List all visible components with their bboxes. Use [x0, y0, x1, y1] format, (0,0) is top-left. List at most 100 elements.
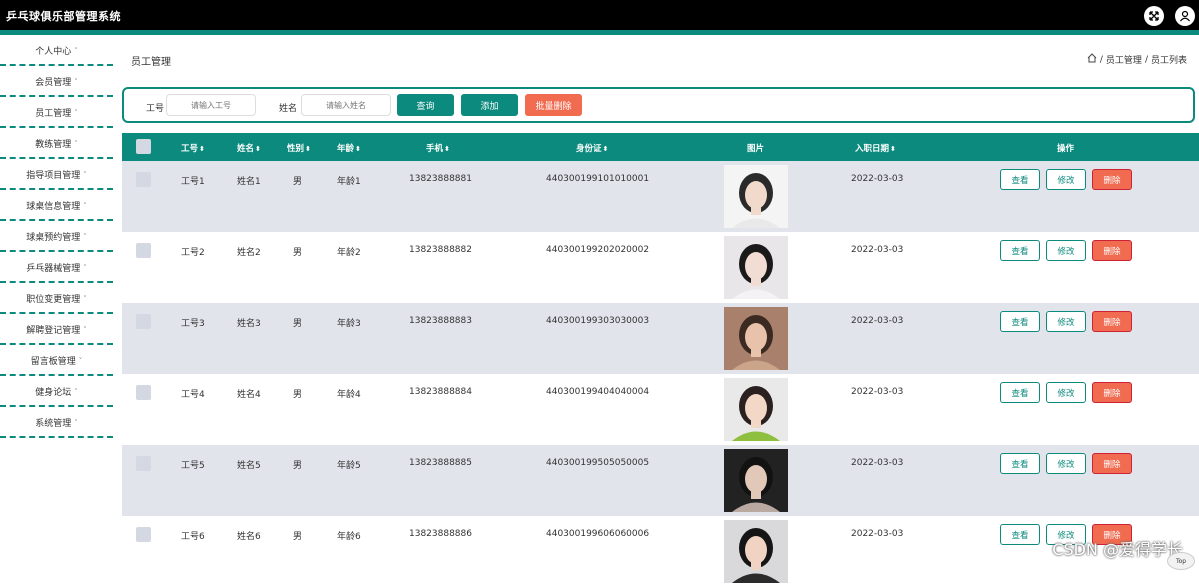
- sort-icon: ⬍: [444, 145, 450, 153]
- chevron-down-icon: ˅: [83, 170, 87, 179]
- chevron-down-icon: ˅: [74, 139, 78, 148]
- phone-cell: 13823888886: [409, 529, 472, 539]
- phone-cell: 13823888882: [409, 245, 472, 255]
- delete-button[interactable]: 删除: [1092, 240, 1132, 261]
- view-button[interactable]: 查看: [1000, 169, 1040, 190]
- hire-date-cell: 2022-03-03: [851, 458, 904, 468]
- age-cell: 年龄1: [337, 177, 361, 187]
- sidebar-item[interactable]: 职位变更管理 ˅: [0, 285, 113, 314]
- employee-id-label: 工号: [146, 104, 165, 114]
- phone-cell: 13823888883: [409, 316, 472, 326]
- row-checkbox[interactable]: [136, 527, 151, 542]
- view-button[interactable]: 查看: [1000, 524, 1040, 545]
- add-button[interactable]: 添加: [461, 94, 518, 116]
- sidebar-item[interactable]: 球桌信息管理 ˅: [0, 192, 113, 221]
- header-name[interactable]: 姓名⬍: [237, 142, 261, 154]
- idcard-cell: 440300199404040004: [546, 387, 650, 397]
- employee-id-cell: 工号4: [181, 390, 205, 400]
- chevron-down-icon: ˅: [83, 201, 87, 210]
- row-checkbox[interactable]: [136, 456, 151, 471]
- sidebar-item[interactable]: 球桌预约管理 ˅: [0, 223, 113, 252]
- sidebar-item[interactable]: 解聘登记管理 ˅: [0, 316, 113, 345]
- user-icon[interactable]: [1175, 6, 1195, 26]
- chevron-down-icon: ˅: [83, 325, 87, 334]
- employee-photo: [724, 307, 788, 370]
- fullscreen-icon[interactable]: [1144, 6, 1164, 26]
- sidebar: 个人中心 ˅ 会员管理 ˅ 员工管理 ˅ 教练管理 ˅ 指导项目管理 ˅ 球桌信息管理 ˅ 球桌预约管理…: [0, 35, 113, 570]
- sidebar-item[interactable]: 会员管理 ˅: [0, 68, 113, 97]
- row-checkbox[interactable]: [136, 314, 151, 329]
- header-idcard[interactable]: 身份证⬍: [576, 142, 608, 154]
- edit-button[interactable]: 修改: [1046, 169, 1086, 190]
- header-id[interactable]: 工号⬍: [181, 142, 205, 154]
- select-all-checkbox[interactable]: [136, 139, 151, 154]
- employee-photo: [724, 449, 788, 512]
- sort-icon: ⬍: [602, 145, 609, 153]
- name-cell: 姓名3: [237, 319, 261, 329]
- edit-button[interactable]: 修改: [1046, 453, 1086, 474]
- header-gender[interactable]: 性别⬍: [287, 142, 311, 154]
- phone-cell: 13823888881: [409, 174, 472, 184]
- gender-cell: 男: [293, 319, 303, 329]
- sidebar-item-label: 球桌信息管理: [26, 202, 81, 212]
- sidebar-item[interactable]: 留言板管理 ˅: [0, 347, 113, 376]
- phone-cell: 13823888885: [409, 458, 472, 468]
- home-icon[interactable]: [1087, 53, 1097, 66]
- edit-button[interactable]: 修改: [1046, 311, 1086, 332]
- edit-button[interactable]: 修改: [1046, 382, 1086, 403]
- table-header: 工号⬍ 姓名⬍ 性别⬍ 年龄⬍ 手机⬍ 身份证⬍ 图片 入职日期⬍ 操作: [122, 133, 1199, 161]
- edit-button[interactable]: 修改: [1046, 240, 1086, 261]
- sidebar-item-label: 系统管理: [35, 419, 72, 429]
- page-title: 员工管理: [131, 57, 171, 68]
- sidebar-item[interactable]: 乒乓器械管理 ˅: [0, 254, 113, 283]
- query-button[interactable]: 查询: [397, 94, 454, 116]
- employee-photo: [724, 520, 788, 583]
- employee-id-input[interactable]: [166, 94, 256, 116]
- sidebar-item[interactable]: 员工管理 ˅: [0, 99, 113, 128]
- employee-id-cell: 工号6: [181, 532, 205, 542]
- app-title: 乒乓球俱乐部管理系统: [6, 10, 121, 23]
- sidebar-item-label: 教练管理: [35, 140, 72, 150]
- delete-button[interactable]: 删除: [1092, 169, 1132, 190]
- table-row: 工号1 姓名1 男 年龄1 13823888881 440300199101010001 2…: [122, 161, 1199, 232]
- gender-cell: 男: [293, 461, 303, 471]
- sidebar-item[interactable]: 健身论坛 ˅: [0, 378, 113, 407]
- hire-date-cell: 2022-03-03: [851, 529, 904, 539]
- header-phone[interactable]: 手机⬍: [426, 142, 450, 154]
- back-to-top-button[interactable]: Top: [1167, 552, 1195, 570]
- idcard-cell: 440300199505050005: [546, 458, 650, 468]
- name-label: 姓名: [279, 104, 298, 114]
- idcard-cell: 440300199606060006: [546, 529, 650, 539]
- row-checkbox[interactable]: [136, 385, 151, 400]
- breadcrumb-item[interactable]: 员工管理: [1106, 53, 1142, 66]
- age-cell: 年龄4: [337, 390, 361, 400]
- sidebar-item[interactable]: 系统管理 ˅: [0, 409, 113, 438]
- table-row: 工号5 姓名5 男 年龄5 13823888885 440300199505050005 2…: [122, 445, 1199, 516]
- sidebar-item[interactable]: 指导项目管理 ˅: [0, 161, 113, 190]
- chevron-down-icon: ˅: [74, 46, 78, 55]
- batch-delete-button[interactable]: 批量删除: [525, 94, 582, 116]
- view-button[interactable]: 查看: [1000, 453, 1040, 474]
- view-button[interactable]: 查看: [1000, 240, 1040, 261]
- name-cell: 姓名2: [237, 248, 261, 258]
- row-checkbox[interactable]: [136, 243, 151, 258]
- chevron-down-icon: ˅: [74, 418, 78, 427]
- sidebar-item-label: 职位变更管理: [26, 295, 81, 305]
- row-checkbox[interactable]: [136, 172, 151, 187]
- delete-button[interactable]: 删除: [1092, 382, 1132, 403]
- view-button[interactable]: 查看: [1000, 382, 1040, 403]
- sidebar-item[interactable]: 教练管理 ˅: [0, 130, 113, 159]
- sidebar-item[interactable]: 个人中心 ˅: [0, 37, 113, 66]
- header-hire-date[interactable]: 入职日期⬍: [855, 142, 896, 154]
- chevron-down-icon: ˅: [83, 263, 87, 272]
- name-input[interactable]: [301, 94, 391, 116]
- employee-id-cell: 工号3: [181, 319, 205, 329]
- delete-button[interactable]: 删除: [1092, 311, 1132, 332]
- sidebar-item-label: 指导项目管理: [26, 171, 81, 181]
- header-age[interactable]: 年龄⬍: [337, 142, 361, 154]
- view-button[interactable]: 查看: [1000, 311, 1040, 332]
- delete-button[interactable]: 删除: [1092, 453, 1132, 474]
- hire-date-cell: 2022-03-03: [851, 387, 904, 397]
- sort-icon: ⬍: [255, 145, 261, 153]
- gender-cell: 男: [293, 390, 303, 400]
